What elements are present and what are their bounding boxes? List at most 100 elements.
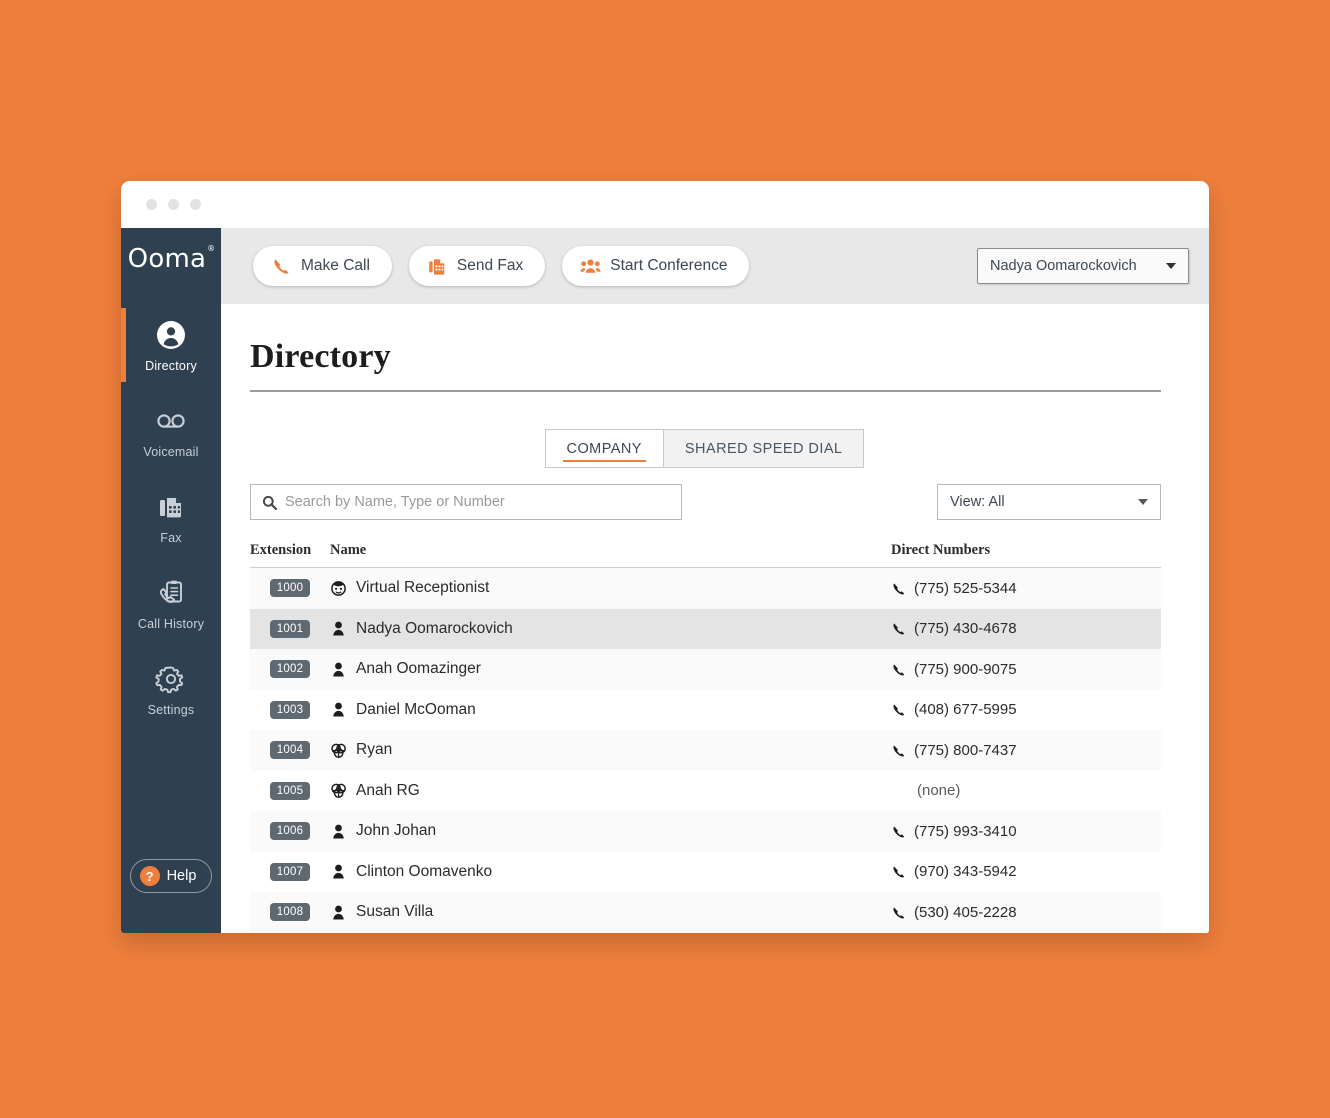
direct-number: (775) 800-7437	[914, 742, 1017, 759]
person-icon	[330, 661, 347, 678]
minimize-dot[interactable]	[168, 199, 179, 210]
contact-name: Nadya Oomarockovich	[356, 620, 513, 638]
extension-cell: 1002	[250, 660, 330, 678]
ring-group-icon	[330, 782, 347, 799]
phone-icon	[271, 256, 292, 277]
tab-company[interactable]: COMPANY	[545, 429, 663, 468]
table-row[interactable]: 1002 Anah Oomazinger (775) 900-9075	[250, 649, 1161, 690]
maximize-dot[interactable]	[190, 199, 201, 210]
table-row[interactable]: 1006John Johan (775) 993-3410	[250, 811, 1161, 852]
fax-icon	[154, 490, 188, 524]
extension-badge: 1004	[270, 741, 310, 759]
table-row[interactable]: 1003 Daniel McOoman (408) 677-5995	[250, 690, 1161, 731]
chevron-down-icon	[1166, 263, 1176, 269]
contact-name: Virtual Receptionist	[356, 579, 489, 597]
contact-name: Daniel McOoman	[356, 701, 476, 719]
help-button[interactable]: ? Help	[130, 859, 213, 893]
direct-number: (775) 430-4678	[914, 620, 1017, 637]
sidebar-item-label: Directory	[145, 359, 197, 373]
main-area: Make Call Send Fax	[221, 228, 1209, 933]
name-cell: Anah RG	[330, 782, 891, 800]
user-circle-icon	[154, 318, 188, 352]
extension-badge: 1003	[270, 701, 310, 719]
search-box[interactable]	[250, 484, 682, 520]
ring-group-icon	[330, 742, 347, 759]
user-account-dropdown[interactable]: Nadya Oomarockovich	[977, 248, 1189, 284]
ooma-logo-text: Ooma	[128, 244, 206, 274]
table-row[interactable]: 1000 Virtual Receptionist (775) 525-5344	[250, 568, 1161, 609]
phone-icon	[891, 621, 906, 636]
phone-icon	[891, 905, 906, 920]
sidebar-item-directory[interactable]: Directory	[121, 302, 221, 388]
person-icon	[330, 701, 347, 718]
question-mark-icon: ?	[140, 866, 160, 886]
table-body: 1000Virtual Receptionist(775) 525-534410…	[250, 568, 1161, 933]
phone-icon	[891, 702, 906, 717]
search-input[interactable]	[285, 494, 670, 510]
direct-number: (408) 677-5995	[914, 701, 1017, 718]
table-row[interactable]: 1007Clinton Oomavenko(970) 343-5942	[250, 852, 1161, 893]
user-account-label: Nadya Oomarockovich	[990, 258, 1160, 274]
extension-badge: 1000	[270, 579, 310, 597]
column-header-extension: Extension	[250, 542, 330, 559]
direct-number-cell: (775) 800-7437	[891, 742, 1161, 759]
page-title: Directory	[250, 304, 1161, 376]
sidebar-item-fax[interactable]: Fax	[121, 474, 221, 560]
help-wrap: ? Help	[130, 859, 213, 893]
voicemail-icon	[154, 404, 188, 438]
extension-badge: 1005	[270, 782, 310, 800]
phone-icon	[891, 743, 906, 758]
close-dot[interactable]	[146, 199, 157, 210]
start-conference-label: Start Conference	[610, 257, 727, 275]
direct-number-cell: (408) 677-5995	[891, 701, 1161, 718]
direct-number: (775) 525-5344	[914, 580, 1017, 597]
sidebar-item-settings[interactable]: Settings	[121, 646, 221, 732]
phone-icon	[891, 662, 906, 677]
extension-cell: 1004	[250, 741, 330, 759]
page-content: Directory COMPANY SHARED SPEED DIAL	[221, 304, 1209, 933]
direct-number-cell: (970) 343-5942	[891, 863, 1161, 880]
table-row[interactable]: 1005 Anah RG (none)	[250, 771, 1161, 812]
direct-number-cell: (775) 525-5344	[891, 580, 1161, 597]
make-call-label: Make Call	[301, 257, 370, 275]
send-fax-button[interactable]: Send Fax	[409, 246, 545, 286]
extension-cell: 1003	[250, 701, 330, 719]
contact-name: Anah Oomazinger	[356, 660, 481, 678]
extension-cell: 1006	[250, 822, 330, 840]
sidebar-item-voicemail[interactable]: Voicemail	[121, 388, 221, 474]
direct-number: (775) 993-3410	[914, 823, 1017, 840]
contact-name: Ryan	[356, 741, 392, 759]
table-row[interactable]: 1008 Susan Villa (530) 405-2228	[250, 892, 1161, 933]
name-cell: John Johan	[330, 822, 891, 840]
view-filter-label: View: All	[950, 494, 1132, 510]
name-cell: Nadya Oomarockovich	[330, 620, 891, 638]
view-filter-dropdown[interactable]: View: All	[937, 484, 1161, 520]
contact-name: Anah RG	[356, 782, 420, 800]
direct-number: (530) 405-2228	[914, 904, 1017, 921]
contact-name: Clinton Oomavenko	[356, 863, 492, 881]
chevron-down-icon	[1138, 499, 1148, 505]
person-icon	[330, 620, 347, 637]
sidebar-item-label: Fax	[160, 531, 181, 545]
table-row[interactable]: 1001 Nadya Oomarockovich (775) 430-4678	[250, 609, 1161, 650]
direct-number: (775) 900-9075	[914, 661, 1017, 678]
direct-number-cell: (530) 405-2228	[891, 904, 1161, 921]
make-call-button[interactable]: Make Call	[253, 246, 392, 286]
name-cell: Ryan	[330, 741, 891, 759]
tab-shared-speed-dial[interactable]: SHARED SPEED DIAL	[663, 429, 865, 468]
extension-cell: 1001	[250, 620, 330, 638]
start-conference-button[interactable]: Start Conference	[562, 246, 749, 286]
top-toolbar: Make Call Send Fax	[221, 228, 1209, 304]
gear-icon	[154, 662, 188, 696]
window-title-bar	[121, 181, 1209, 228]
sidebar-item-call-history[interactable]: Call History	[121, 560, 221, 646]
window-body: Ooma® Directory Voicemail	[121, 228, 1209, 933]
name-cell: Susan Villa	[330, 903, 891, 921]
search-icon	[262, 495, 277, 510]
extension-badge: 1008	[270, 903, 310, 921]
title-divider	[250, 390, 1161, 392]
direct-number-cell: (none)	[891, 782, 1161, 799]
table-row[interactable]: 1004 Ryan (775) 800-7437	[250, 730, 1161, 771]
name-cell: Anah Oomazinger	[330, 660, 891, 678]
column-header-name: Name	[330, 542, 891, 559]
